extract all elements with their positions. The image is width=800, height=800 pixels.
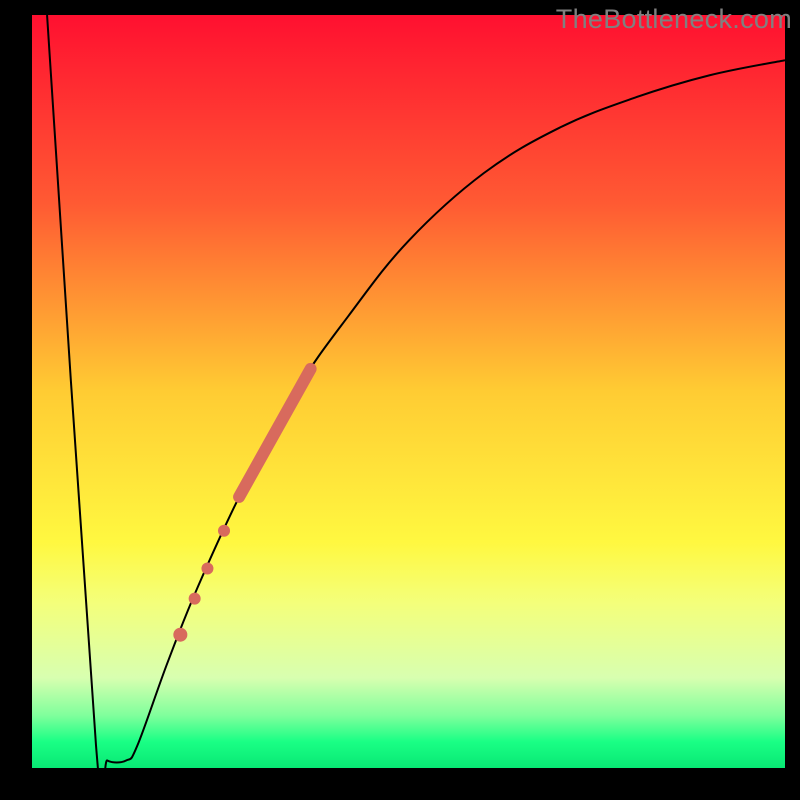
marker-dot: [218, 525, 230, 537]
gradient-background: [32, 15, 785, 768]
marker-dot: [201, 562, 213, 574]
plot-svg: [32, 15, 785, 768]
marker-dot: [173, 628, 187, 642]
chart-frame: TheBottleneck.com: [0, 0, 800, 800]
watermark-text: TheBottleneck.com: [556, 4, 792, 35]
plot-area: [32, 15, 785, 768]
marker-dot: [189, 593, 201, 605]
